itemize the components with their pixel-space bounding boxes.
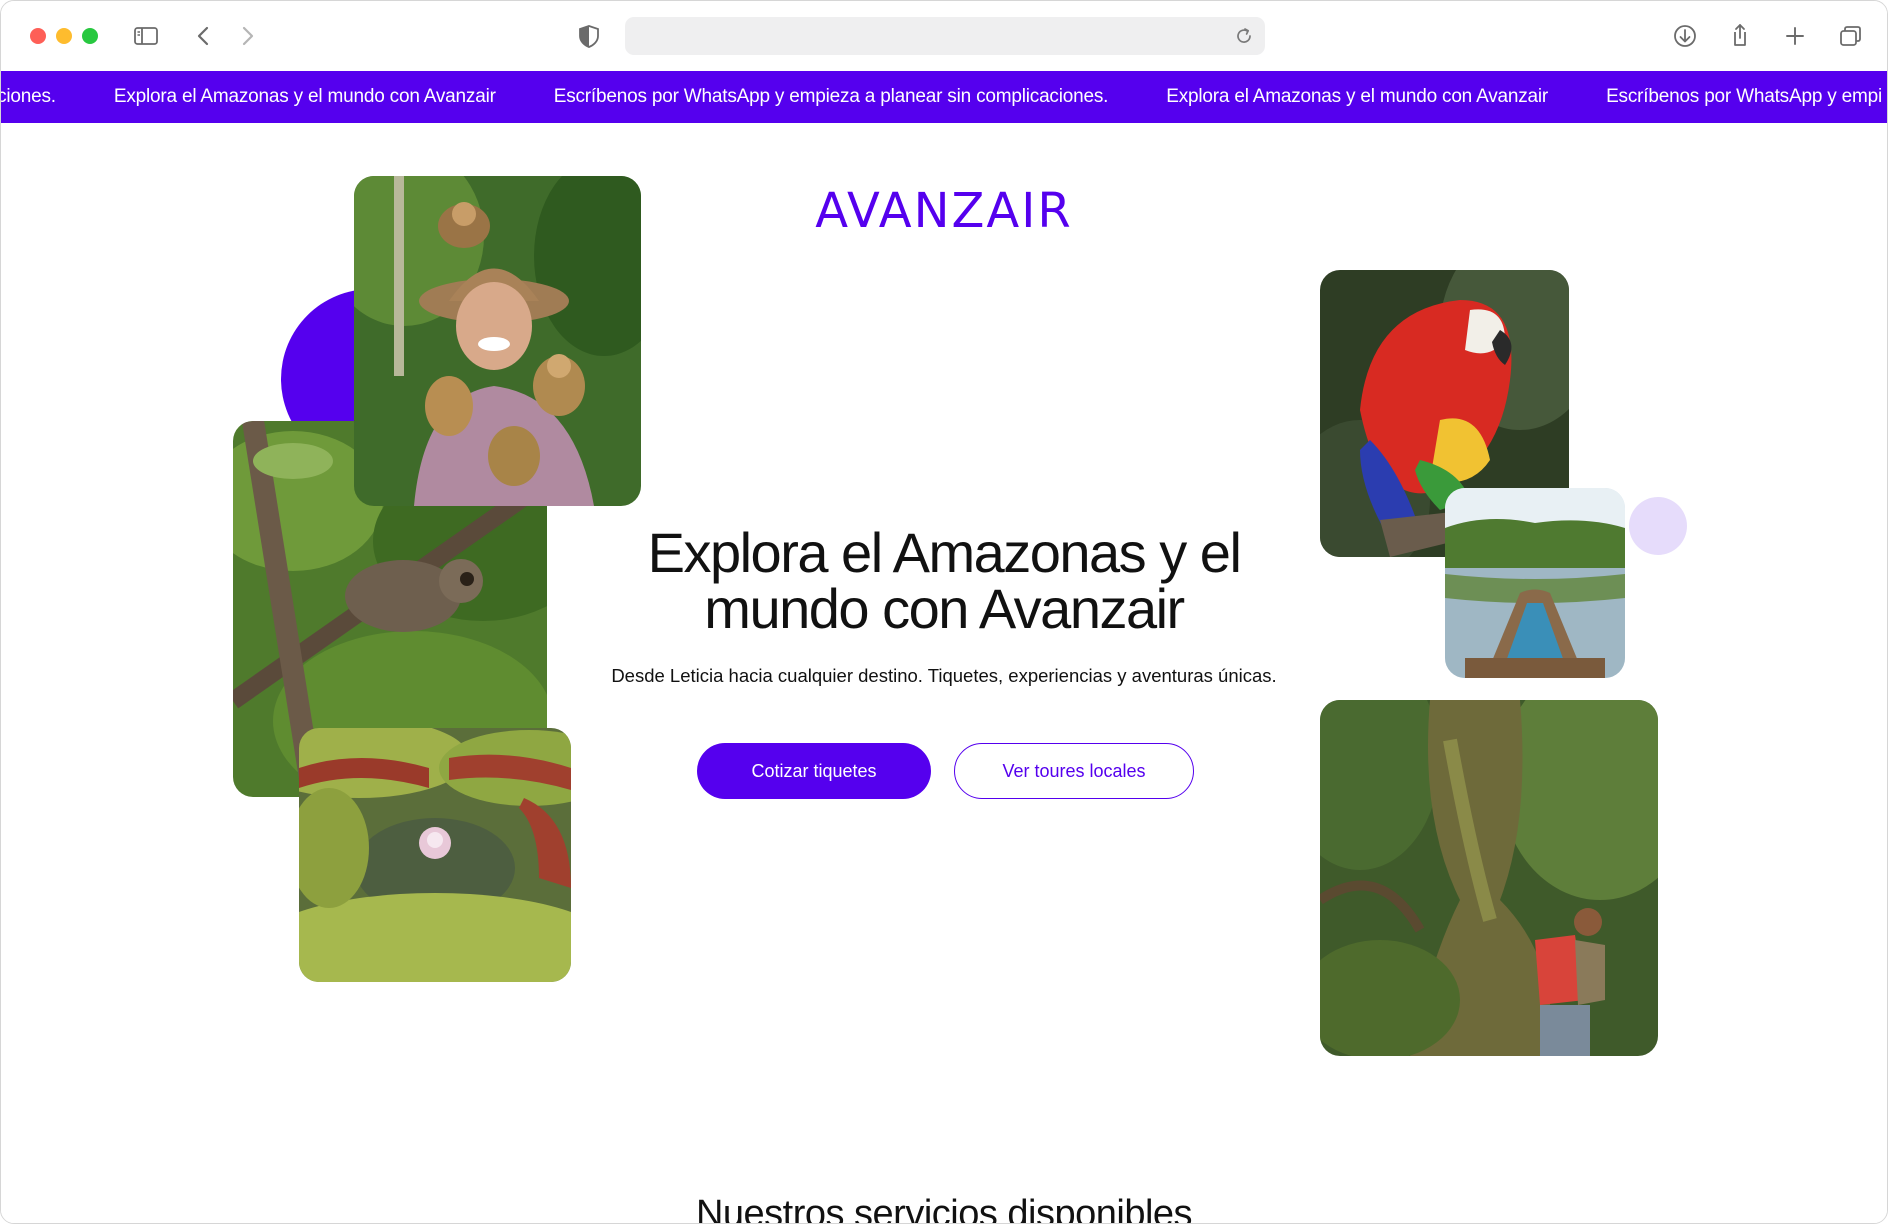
url-input[interactable]: [639, 17, 1203, 57]
address-bar[interactable]: [625, 17, 1265, 57]
forward-icon[interactable]: [230, 19, 264, 53]
marquee-item: Escríbenos por WhatsApp y empi: [1606, 86, 1883, 107]
brand-logo[interactable]: AVANZAIR: [1, 183, 1887, 239]
river-canoe-photo: [1445, 488, 1625, 678]
marquee-item: Explora el Amazonas y el mundo con Avanz…: [113, 86, 496, 107]
marquee-track: plicaciones. Explora el Amazonas y el mu…: [1, 71, 1887, 123]
local-tours-button[interactable]: Ver toures locales: [954, 743, 1194, 799]
marquee-item: Escríbenos por WhatsApp y empieza a plan…: [553, 86, 1109, 107]
hero-title: Explora el Amazonas y el mundo con Avanz…: [581, 525, 1307, 637]
browser-window: plicaciones. Explora el Amazonas y el mu…: [0, 0, 1888, 1224]
announcement-marquee: plicaciones. Explora el Amazonas y el mu…: [1, 71, 1887, 123]
minimize-window-button[interactable]: [56, 28, 72, 44]
hiker-tree-photo: [1320, 700, 1658, 1056]
reload-icon[interactable]: [1231, 23, 1257, 49]
browser-toolbar: [1, 1, 1887, 71]
page-content: AVANZAIR Explora el Amazonas y el mundo …: [1, 123, 1887, 1223]
marquee-item: Explora el Amazonas y el mundo con Avanz…: [1166, 86, 1549, 107]
water-lily-photo: [299, 728, 571, 982]
download-icon[interactable]: [1668, 19, 1702, 53]
hero-title-line-1: Explora el Amazonas y el: [647, 521, 1242, 584]
woman-with-monkeys-photo: [354, 176, 641, 506]
close-window-button[interactable]: [30, 28, 46, 44]
decorative-lavender-circle: [1629, 497, 1687, 555]
zoom-window-button[interactable]: [82, 28, 98, 44]
sidebar-icon[interactable]: [129, 19, 163, 53]
tabs-overview-icon[interactable]: [1833, 19, 1867, 53]
marquee-item: plicaciones.: [1, 86, 56, 107]
share-icon[interactable]: [1723, 19, 1757, 53]
services-section-title: Nuestros servicios disponibles: [695, 1193, 1193, 1224]
shield-icon[interactable]: [572, 19, 606, 53]
quote-tickets-button[interactable]: Cotizar tiquetes: [697, 743, 931, 799]
hero-title-line-2: mundo con Avanzair: [704, 577, 1185, 640]
hero-subtitle: Desde Leticia hacia cualquier destino. T…: [611, 665, 1277, 686]
new-tab-icon[interactable]: [1778, 19, 1812, 53]
back-icon[interactable]: [187, 19, 221, 53]
